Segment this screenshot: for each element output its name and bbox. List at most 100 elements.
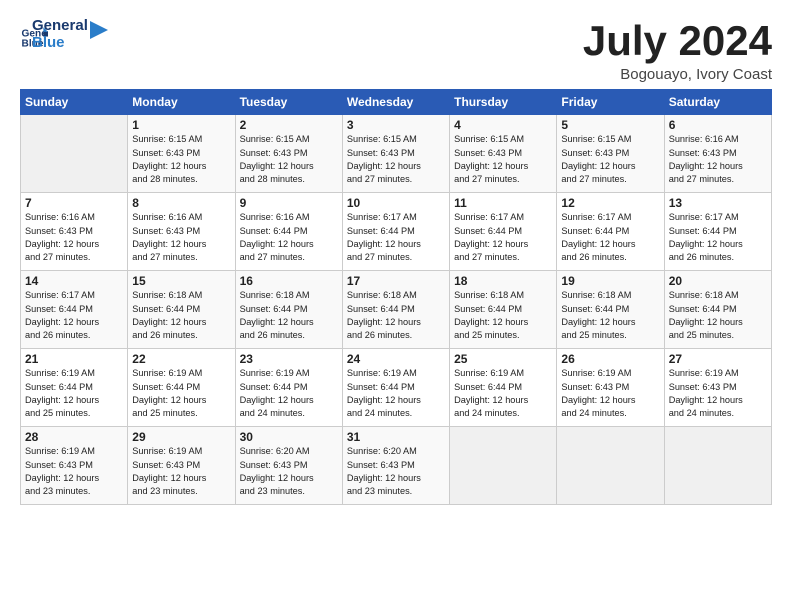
day-cell: 29Sunrise: 6:19 AM Sunset: 6:43 PM Dayli… — [128, 427, 235, 505]
day-number: 19 — [561, 274, 659, 288]
day-info: Sunrise: 6:19 AM Sunset: 6:44 PM Dayligh… — [25, 367, 123, 420]
day-cell: 9Sunrise: 6:16 AM Sunset: 6:44 PM Daylig… — [235, 193, 342, 271]
day-number: 30 — [240, 430, 338, 444]
logo-arrow-icon — [90, 21, 108, 39]
day-info: Sunrise: 6:19 AM Sunset: 6:44 PM Dayligh… — [240, 367, 338, 420]
day-cell: 16Sunrise: 6:18 AM Sunset: 6:44 PM Dayli… — [235, 271, 342, 349]
day-number: 7 — [25, 196, 123, 210]
day-cell — [557, 427, 664, 505]
day-number: 13 — [669, 196, 767, 210]
day-number: 11 — [454, 196, 552, 210]
day-number: 18 — [454, 274, 552, 288]
day-info: Sunrise: 6:17 AM Sunset: 6:44 PM Dayligh… — [25, 289, 123, 342]
day-info: Sunrise: 6:20 AM Sunset: 6:43 PM Dayligh… — [347, 445, 445, 498]
day-number: 2 — [240, 118, 338, 132]
day-cell: 13Sunrise: 6:17 AM Sunset: 6:44 PM Dayli… — [664, 193, 771, 271]
day-number: 21 — [25, 352, 123, 366]
col-header-monday: Monday — [128, 90, 235, 115]
day-info: Sunrise: 6:20 AM Sunset: 6:43 PM Dayligh… — [240, 445, 338, 498]
day-info: Sunrise: 6:19 AM Sunset: 6:44 PM Dayligh… — [347, 367, 445, 420]
day-number: 29 — [132, 430, 230, 444]
day-info: Sunrise: 6:15 AM Sunset: 6:43 PM Dayligh… — [240, 133, 338, 186]
day-cell: 14Sunrise: 6:17 AM Sunset: 6:44 PM Dayli… — [21, 271, 128, 349]
day-cell — [450, 427, 557, 505]
day-info: Sunrise: 6:18 AM Sunset: 6:44 PM Dayligh… — [454, 289, 552, 342]
day-number: 1 — [132, 118, 230, 132]
day-info: Sunrise: 6:17 AM Sunset: 6:44 PM Dayligh… — [347, 211, 445, 264]
day-number: 20 — [669, 274, 767, 288]
day-cell: 6Sunrise: 6:16 AM Sunset: 6:43 PM Daylig… — [664, 115, 771, 193]
day-number: 27 — [669, 352, 767, 366]
day-cell: 8Sunrise: 6:16 AM Sunset: 6:43 PM Daylig… — [128, 193, 235, 271]
day-info: Sunrise: 6:19 AM Sunset: 6:43 PM Dayligh… — [669, 367, 767, 420]
day-info: Sunrise: 6:15 AM Sunset: 6:43 PM Dayligh… — [454, 133, 552, 186]
day-cell: 26Sunrise: 6:19 AM Sunset: 6:43 PM Dayli… — [557, 349, 664, 427]
day-number: 14 — [25, 274, 123, 288]
day-number: 17 — [347, 274, 445, 288]
day-info: Sunrise: 6:19 AM Sunset: 6:44 PM Dayligh… — [454, 367, 552, 420]
day-cell: 25Sunrise: 6:19 AM Sunset: 6:44 PM Dayli… — [450, 349, 557, 427]
day-number: 23 — [240, 352, 338, 366]
day-info: Sunrise: 6:16 AM Sunset: 6:43 PM Dayligh… — [669, 133, 767, 186]
day-info: Sunrise: 6:15 AM Sunset: 6:43 PM Dayligh… — [132, 133, 230, 186]
header-row: SundayMondayTuesdayWednesdayThursdayFrid… — [21, 90, 772, 115]
col-header-wednesday: Wednesday — [342, 90, 449, 115]
day-cell: 2Sunrise: 6:15 AM Sunset: 6:43 PM Daylig… — [235, 115, 342, 193]
day-info: Sunrise: 6:18 AM Sunset: 6:44 PM Dayligh… — [347, 289, 445, 342]
day-cell: 20Sunrise: 6:18 AM Sunset: 6:44 PM Dayli… — [664, 271, 771, 349]
day-cell: 23Sunrise: 6:19 AM Sunset: 6:44 PM Dayli… — [235, 349, 342, 427]
day-cell: 21Sunrise: 6:19 AM Sunset: 6:44 PM Dayli… — [21, 349, 128, 427]
day-cell — [664, 427, 771, 505]
day-info: Sunrise: 6:16 AM Sunset: 6:44 PM Dayligh… — [240, 211, 338, 264]
day-cell: 5Sunrise: 6:15 AM Sunset: 6:43 PM Daylig… — [557, 115, 664, 193]
day-info: Sunrise: 6:19 AM Sunset: 6:43 PM Dayligh… — [561, 367, 659, 420]
logo-line2: Blue — [32, 35, 88, 52]
day-cell: 30Sunrise: 6:20 AM Sunset: 6:43 PM Dayli… — [235, 427, 342, 505]
day-number: 16 — [240, 274, 338, 288]
day-cell: 4Sunrise: 6:15 AM Sunset: 6:43 PM Daylig… — [450, 115, 557, 193]
day-number: 15 — [132, 274, 230, 288]
month-title: July 2024 — [583, 18, 772, 64]
day-number: 31 — [347, 430, 445, 444]
day-number: 22 — [132, 352, 230, 366]
day-number: 26 — [561, 352, 659, 366]
day-number: 12 — [561, 196, 659, 210]
calendar-table: SundayMondayTuesdayWednesdayThursdayFrid… — [20, 89, 772, 505]
day-info: Sunrise: 6:16 AM Sunset: 6:43 PM Dayligh… — [25, 211, 123, 264]
week-row-2: 14Sunrise: 6:17 AM Sunset: 6:44 PM Dayli… — [21, 271, 772, 349]
day-cell: 11Sunrise: 6:17 AM Sunset: 6:44 PM Dayli… — [450, 193, 557, 271]
day-cell: 24Sunrise: 6:19 AM Sunset: 6:44 PM Dayli… — [342, 349, 449, 427]
header: General Blue General Blue July 2024 Bogo… — [20, 18, 772, 83]
day-cell: 12Sunrise: 6:17 AM Sunset: 6:44 PM Dayli… — [557, 193, 664, 271]
week-row-3: 21Sunrise: 6:19 AM Sunset: 6:44 PM Dayli… — [21, 349, 772, 427]
day-cell: 18Sunrise: 6:18 AM Sunset: 6:44 PM Dayli… — [450, 271, 557, 349]
col-header-friday: Friday — [557, 90, 664, 115]
col-header-saturday: Saturday — [664, 90, 771, 115]
day-info: Sunrise: 6:15 AM Sunset: 6:43 PM Dayligh… — [347, 133, 445, 186]
day-info: Sunrise: 6:17 AM Sunset: 6:44 PM Dayligh… — [561, 211, 659, 264]
day-cell: 19Sunrise: 6:18 AM Sunset: 6:44 PM Dayli… — [557, 271, 664, 349]
day-cell: 31Sunrise: 6:20 AM Sunset: 6:43 PM Dayli… — [342, 427, 449, 505]
day-number: 8 — [132, 196, 230, 210]
day-number: 3 — [347, 118, 445, 132]
day-info: Sunrise: 6:19 AM Sunset: 6:43 PM Dayligh… — [132, 445, 230, 498]
day-number: 4 — [454, 118, 552, 132]
col-header-thursday: Thursday — [450, 90, 557, 115]
day-cell: 7Sunrise: 6:16 AM Sunset: 6:43 PM Daylig… — [21, 193, 128, 271]
location-title: Bogouayo, Ivory Coast — [583, 66, 772, 83]
day-number: 9 — [240, 196, 338, 210]
day-info: Sunrise: 6:19 AM Sunset: 6:44 PM Dayligh… — [132, 367, 230, 420]
day-number: 5 — [561, 118, 659, 132]
day-number: 10 — [347, 196, 445, 210]
day-info: Sunrise: 6:18 AM Sunset: 6:44 PM Dayligh… — [132, 289, 230, 342]
week-row-4: 28 Sunrise: 6:19 AM Sunset: 6:43 PM Dayli… — [21, 427, 772, 505]
day-cell: 10Sunrise: 6:17 AM Sunset: 6:44 PM Dayli… — [342, 193, 449, 271]
calendar-page: General Blue General Blue July 2024 Bogo… — [0, 0, 792, 612]
day-number: 24 — [347, 352, 445, 366]
day-number: 28 — [25, 430, 123, 444]
day-info: Sunrise: 6:16 AM Sunset: 6:43 PM Dayligh… — [132, 211, 230, 264]
logo-line1: General — [32, 18, 88, 35]
day-number: 25 — [454, 352, 552, 366]
week-row-1: 7Sunrise: 6:16 AM Sunset: 6:43 PM Daylig… — [21, 193, 772, 271]
day-cell: 27Sunrise: 6:19 AM Sunset: 6:43 PM Dayli… — [664, 349, 771, 427]
